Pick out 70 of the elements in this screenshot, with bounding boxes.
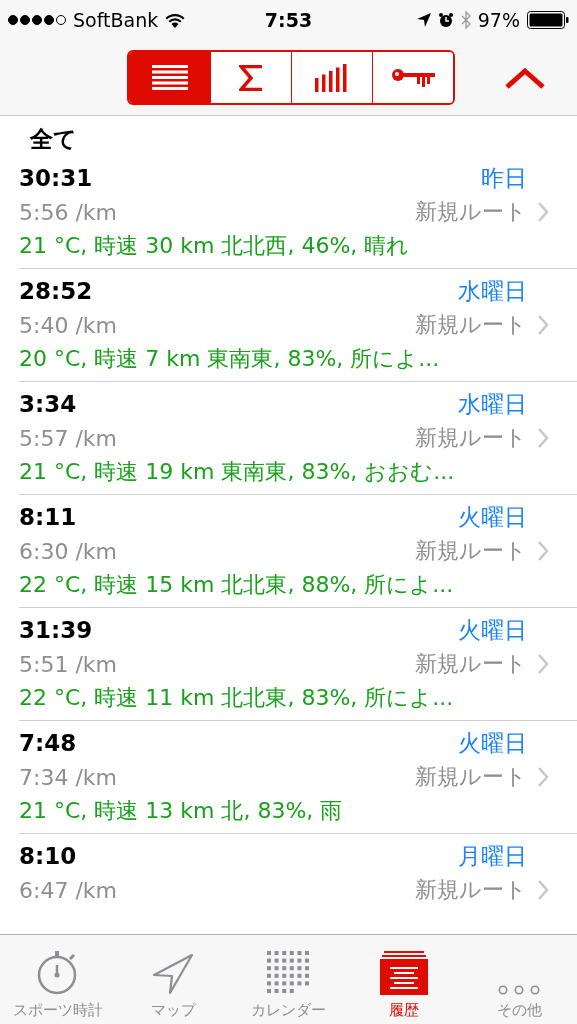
tab-bar-item[interactable]: 履歴 [346, 935, 462, 1024]
run-duration: 7:48 [19, 730, 77, 756]
chevron-right-icon [537, 879, 549, 901]
route-name: 新規ルート [415, 311, 527, 339]
dot-grid-icon [266, 951, 311, 995]
segment-tab[interactable] [129, 52, 210, 103]
clock-time: 7:53 [264, 9, 313, 31]
run-duration: 3:34 [19, 391, 77, 417]
route-name: 新規ルート [415, 537, 527, 565]
weather-summary: 21 °C, 時速 19 km 東南東, 83%, おおむ... [19, 458, 456, 486]
run-pace: 5:56 /km [19, 199, 117, 225]
segment-tab[interactable] [372, 52, 453, 103]
run-duration: 8:11 [19, 504, 77, 530]
route-name: 新規ルート [415, 424, 527, 452]
chevron-right-icon [537, 427, 549, 449]
route-name: 新規ルート [415, 763, 527, 791]
weather-summary: 22 °C, 時速 11 km 北北東, 83%, 所によ... [19, 684, 455, 712]
weather-summary: 21 °C, 時速 13 km 北, 83%, 雨 [19, 797, 344, 825]
weather-summary: 21 °C, 時速 30 km 北北西, 46%, 晴れ [19, 232, 411, 260]
run-row[interactable]: 31:39 火曜日 5:51 /km 新規ルート 22 °C, 時速 11 km 北北東, 83%, 所によ... [19, 608, 577, 721]
alarm-clock-icon [437, 12, 454, 28]
run-day: 昨日 [481, 162, 527, 194]
location-arrow-icon [416, 13, 431, 27]
carrier-name: SoftBank [73, 9, 159, 31]
run-row[interactable]: 30:31 昨日 5:56 /km 新規ルート 21 °C, 時速 30 km 北北西, 46%, 晴れ [19, 156, 577, 269]
chevron-right-icon [537, 653, 549, 675]
run-day: 水曜日 [458, 388, 527, 420]
weather-summary: 20 °C, 時速 7 km 東南東, 83%, 所によ... [19, 345, 441, 373]
list-icon [151, 64, 188, 91]
chevron-right-icon [537, 314, 549, 336]
run-row[interactable]: 28:52 水曜日 5:40 /km 新規ルート 20 °C, 時速 7 km 東南東, 83%, 所によ... [19, 269, 577, 382]
run-day: 火曜日 [458, 614, 527, 646]
collapse-chevron-icon[interactable] [505, 66, 545, 89]
battery-icon [527, 11, 569, 29]
run-duration: 31:39 [19, 617, 93, 643]
route-name: 新規ルート [415, 876, 527, 904]
run-pace: 7:34 /km [19, 764, 117, 790]
run-duration: 8:10 [19, 843, 77, 869]
bar-chart-icon [315, 63, 349, 92]
run-pace: 5:51 /km [19, 651, 117, 677]
run-row[interactable]: 3:34 水曜日 5:57 /km 新規ルート 21 °C, 時速 19 km 東南東, 83%, おおむ... [19, 382, 577, 495]
battery-percent: 97% [477, 9, 520, 31]
weather-summary: 22 °C, 時速 15 km 北北東, 88%, 所によ... [19, 571, 455, 599]
wifi-icon [165, 12, 186, 28]
run-day: 月曜日 [458, 840, 527, 872]
run-row[interactable]: 8:11 火曜日 6:30 /km 新規ルート 22 °C, 時速 15 km 北北東, 88%, 所によ... [19, 495, 577, 608]
chevron-right-icon [537, 540, 549, 562]
run-day: 水曜日 [458, 275, 527, 307]
stacked-list-icon [379, 951, 428, 995]
run-pace: 5:57 /km [19, 425, 117, 451]
chevron-right-icon [537, 766, 549, 788]
segment-tab[interactable] [210, 52, 291, 103]
navigation-arrow-icon [152, 953, 195, 995]
run-pace: 5:40 /km [19, 312, 117, 338]
run-day: 火曜日 [458, 727, 527, 759]
sigma-icon [239, 64, 263, 91]
section-header: 全て [29, 125, 78, 154]
route-name: 新規ルート [415, 650, 527, 678]
run-day: 火曜日 [458, 501, 527, 533]
chevron-right-icon [537, 201, 549, 223]
more-icon [498, 985, 541, 995]
run-duration: 28:52 [19, 278, 93, 304]
segment-tab[interactable] [291, 52, 372, 103]
run-row[interactable]: 7:48 火曜日 7:34 /km 新規ルート 21 °C, 時速 13 km 北, 83%, 雨 [19, 721, 577, 834]
route-name: 新規ルート [415, 198, 527, 226]
run-pace: 6:30 /km [19, 538, 117, 564]
run-pace: 6:47 /km [19, 877, 117, 903]
bluetooth-icon [460, 11, 471, 29]
run-duration: 30:31 [19, 165, 93, 191]
key-icon [391, 67, 435, 88]
